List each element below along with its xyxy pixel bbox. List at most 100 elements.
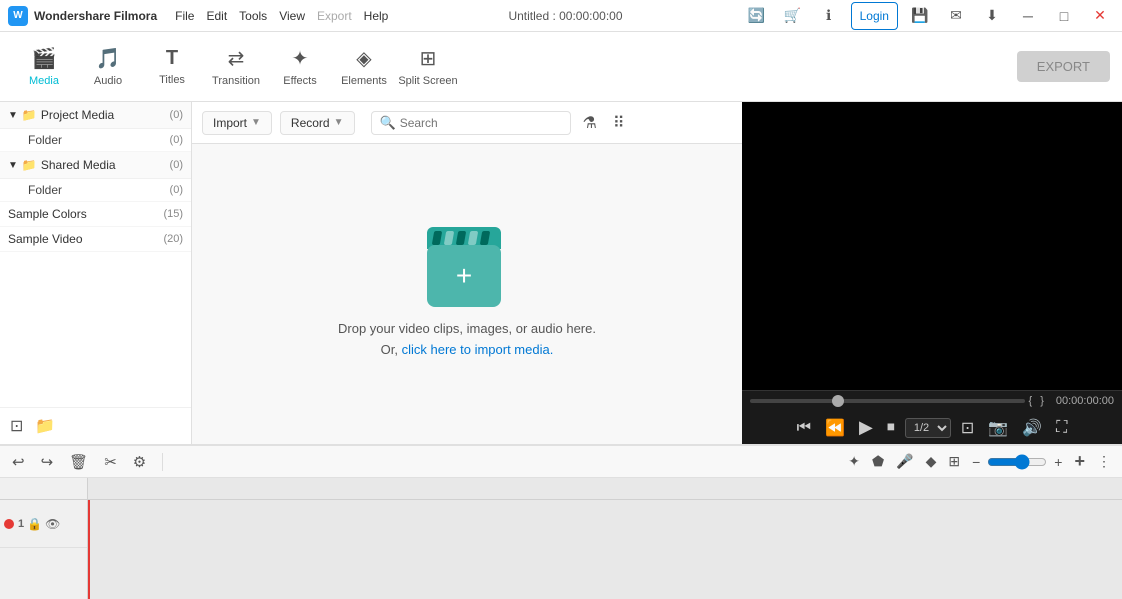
stop-button[interactable]: ⏹ bbox=[883, 417, 899, 439]
volume-button[interactable]: 🔊 bbox=[1018, 416, 1046, 440]
import-link[interactable]: click here to import media. bbox=[402, 342, 554, 357]
import-button[interactable]: Import ▼ bbox=[202, 111, 272, 135]
toolbar-titles[interactable]: T Titles bbox=[140, 37, 204, 97]
drop-area[interactable]: + Drop your video clips, images, or audi… bbox=[192, 144, 742, 444]
shared-media-folder-icon: 📁 bbox=[22, 158, 37, 172]
project-media-header[interactable]: ▼ 📁 Project Media (0) bbox=[0, 102, 191, 129]
filter-icon[interactable]: ⚗ bbox=[579, 109, 601, 137]
effects-icon: ✦ bbox=[292, 46, 309, 71]
cut-button[interactable]: ✂ bbox=[100, 451, 121, 473]
titles-icon: T bbox=[166, 47, 178, 70]
delete-button[interactable]: 🗑 bbox=[65, 451, 92, 473]
open-folder-button[interactable]: 📁 bbox=[33, 414, 57, 438]
timeline-area: ↩ ↪ 🗑 ✂ ⚙ ✦ ⬟ 🎤 ◆ ⊞ − + + ⋮ 00:00:00:00 bbox=[0, 444, 1122, 599]
beauty-button[interactable]: ✦ bbox=[845, 450, 863, 473]
clapper-stripe-5 bbox=[480, 231, 490, 245]
close-button[interactable]: ✕ bbox=[1086, 2, 1114, 30]
login-button[interactable]: Login bbox=[851, 2, 898, 30]
menu-help[interactable]: Help bbox=[364, 9, 389, 23]
timeline-track-area: 1 🔒 👁 bbox=[0, 500, 1122, 599]
titlebar-left: W Wondershare Filmora File Edit Tools Vi… bbox=[8, 6, 388, 26]
grid-view-icon[interactable]: ⠿ bbox=[609, 109, 629, 137]
purchase-icon[interactable]: 🛒 bbox=[779, 2, 807, 30]
toolbar-split-screen[interactable]: ⊞ Split Screen bbox=[396, 37, 460, 97]
sample-video-label: Sample Video bbox=[8, 232, 163, 246]
elements-icon: ◈ bbox=[356, 46, 371, 71]
ruler-marks: 00:00:00:00 00:00:05:00 00:00:10:00 00:0… bbox=[88, 488, 1122, 490]
keyframe-button[interactable]: ◆ bbox=[923, 450, 940, 473]
drop-line2-prefix: Or, bbox=[381, 342, 402, 357]
sample-colors-count: (15) bbox=[163, 208, 183, 220]
menu-export[interactable]: Export bbox=[317, 9, 352, 23]
record-label: Record bbox=[291, 116, 330, 130]
record-button[interactable]: Record ▼ bbox=[280, 111, 355, 135]
app-logo: W bbox=[8, 6, 28, 26]
crop-button[interactable]: ⊡ bbox=[957, 416, 978, 440]
track-label-icons: 1 🔒 👁 bbox=[18, 517, 60, 531]
new-project-button[interactable]: ⊡ bbox=[8, 414, 25, 438]
menu-edit[interactable]: Edit bbox=[206, 9, 227, 23]
sample-colors-item[interactable]: Sample Colors (15) bbox=[0, 202, 191, 227]
mail-icon[interactable]: ✉ bbox=[942, 2, 970, 30]
preview-controls: ⏮ ⏪ ▶ ⏹ 1/2 ⊡ 📷 🔊 ⛶ bbox=[742, 411, 1122, 444]
add-track-button[interactable]: + bbox=[1071, 448, 1088, 475]
adjustments-button[interactable]: ⚙ bbox=[129, 451, 150, 473]
redo-button[interactable]: ↪ bbox=[37, 451, 58, 473]
media-icon: 🎬 bbox=[32, 46, 57, 71]
playhead[interactable] bbox=[88, 500, 90, 599]
shared-media-folder[interactable]: Folder (0) bbox=[0, 179, 191, 202]
ruler-label-spacer bbox=[0, 478, 88, 499]
document-title: Untitled : 00:00:00:00 bbox=[508, 9, 622, 23]
save-icon[interactable]: 💾 bbox=[906, 2, 934, 30]
step-back-button[interactable]: ⏪ bbox=[821, 416, 849, 440]
update-icon[interactable]: 🔄 bbox=[743, 2, 771, 30]
drop-line1: Drop your video clips, images, or audio … bbox=[338, 321, 596, 336]
toolbar-audio[interactable]: 🎵 Audio bbox=[76, 37, 140, 97]
clapper-stripe-4 bbox=[468, 231, 478, 245]
project-media-label: Project Media bbox=[41, 108, 170, 122]
track-number-icon[interactable]: 1 bbox=[18, 518, 24, 530]
mask-button[interactable]: ⬟ bbox=[869, 450, 887, 473]
mosaic-button[interactable]: ⊞ bbox=[945, 450, 963, 473]
rewind-button[interactable]: ⏮ bbox=[793, 417, 815, 439]
fullscreen-button[interactable]: ⛶ bbox=[1052, 417, 1071, 439]
sample-video-count: (20) bbox=[163, 233, 183, 245]
transition-label: Transition bbox=[212, 75, 260, 87]
snapshot-button[interactable]: 📷 bbox=[984, 416, 1012, 440]
zoom-in-button[interactable]: + bbox=[1051, 451, 1065, 473]
preview-time: 00:00:00:00 bbox=[1056, 395, 1114, 407]
download-icon[interactable]: ⬇ bbox=[978, 2, 1006, 30]
project-media-chevron: ▼ bbox=[8, 110, 18, 121]
left-panel-bottom: ⊡ 📁 bbox=[0, 407, 191, 444]
search-input[interactable] bbox=[400, 116, 562, 130]
sample-video-item[interactable]: Sample Video (20) bbox=[0, 227, 191, 252]
project-media-folder[interactable]: Folder (0) bbox=[0, 129, 191, 152]
toolbar-media[interactable]: 🎬 Media bbox=[12, 37, 76, 97]
audio-record-button[interactable]: 🎤 bbox=[893, 450, 916, 473]
zoom-slider[interactable] bbox=[987, 454, 1047, 470]
toolbar-elements[interactable]: ◈ Elements bbox=[332, 37, 396, 97]
undo-button[interactable]: ↩ bbox=[8, 451, 29, 473]
export-button[interactable]: EXPORT bbox=[1017, 51, 1110, 82]
menu-view[interactable]: View bbox=[279, 9, 305, 23]
more-options-button[interactable]: ⋮ bbox=[1094, 450, 1114, 473]
maximize-button[interactable]: □ bbox=[1050, 2, 1078, 30]
minimize-button[interactable]: ─ bbox=[1014, 2, 1042, 30]
import-chevron-icon: ▼ bbox=[251, 117, 261, 128]
toolbar-transition[interactable]: ⇄ Transition bbox=[204, 37, 268, 97]
clapper-stripe-3 bbox=[456, 231, 466, 245]
scrubber-thumb[interactable] bbox=[832, 395, 844, 407]
menu-file[interactable]: File bbox=[175, 9, 194, 23]
search-box[interactable]: 🔍 bbox=[371, 111, 571, 135]
toolbar-effects[interactable]: ✦ Effects bbox=[268, 37, 332, 97]
info-icon[interactable]: ℹ bbox=[815, 2, 843, 30]
zoom-select[interactable]: 1/2 bbox=[905, 418, 951, 438]
track-eye-icon[interactable]: 👁 bbox=[45, 517, 60, 531]
track-lock-icon[interactable]: 🔒 bbox=[27, 517, 42, 531]
zoom-out-button[interactable]: − bbox=[969, 451, 983, 473]
menu-tools[interactable]: Tools bbox=[239, 9, 267, 23]
left-panel: ▼ 📁 Project Media (0) Folder (0) ▼ 📁 Sha… bbox=[0, 102, 192, 444]
preview-scrubber[interactable] bbox=[750, 399, 1025, 403]
play-button[interactable]: ▶ bbox=[855, 415, 877, 440]
shared-media-header[interactable]: ▼ 📁 Shared Media (0) bbox=[0, 152, 191, 179]
